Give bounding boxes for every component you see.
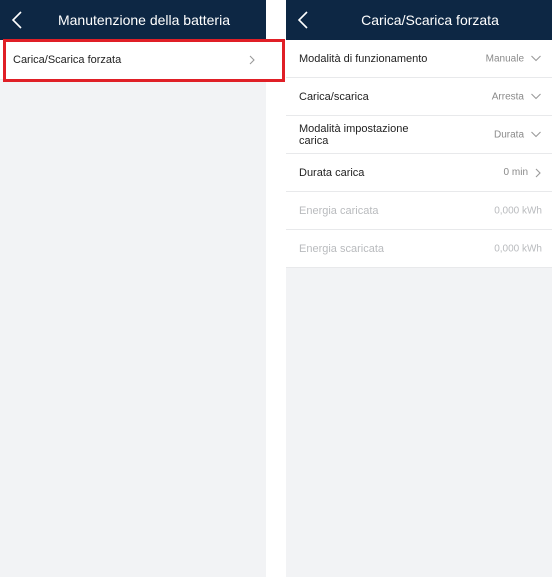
setting-charge-duration[interactable]: Durata carica 0 min <box>286 154 552 192</box>
forced-charge-discharge-screen: Carica/Scarica forzata Modalità di funzi… <box>286 0 552 577</box>
chevron-down-icon <box>530 131 542 139</box>
back-button[interactable] <box>292 8 316 32</box>
setting-value: 0,000 kWh <box>494 205 542 216</box>
setting-charge-discharge[interactable]: Carica/scarica Arresta <box>286 78 552 116</box>
setting-label: Modalità di funzionamento <box>299 52 428 65</box>
header-bar: Manutenzione della batteria <box>0 0 266 40</box>
settings-list: Modalità di funzionamento Manuale Carica… <box>286 40 552 268</box>
setting-label: Energia caricata <box>299 204 379 217</box>
chevron-left-icon <box>297 11 308 29</box>
setting-label: Carica/scarica <box>299 90 369 103</box>
setting-energy-discharged: Energia scaricata 0,000 kWh <box>286 230 552 268</box>
battery-maintenance-screen: Manutenzione della batteria Carica/Scari… <box>0 0 266 577</box>
setting-operating-mode[interactable]: Modalità di funzionamento Manuale <box>286 40 552 78</box>
setting-value: 0,000 kWh <box>494 243 542 254</box>
header-bar: Carica/Scarica forzata <box>286 0 552 40</box>
setting-value: 0 min <box>503 167 528 178</box>
chevron-right-icon <box>534 167 542 179</box>
settings-list: Carica/Scarica forzata <box>0 40 266 80</box>
setting-label: Modalità impostazione carica <box>299 122 409 147</box>
setting-value: Arresta <box>491 91 524 102</box>
setting-charge-setting-mode[interactable]: Modalità impostazione carica Durata <box>286 116 552 154</box>
setting-energy-charged: Energia caricata 0,000 kWh <box>286 192 552 230</box>
chevron-left-icon <box>11 11 22 29</box>
setting-value: Manuale <box>485 53 524 64</box>
page-title: Carica/Scarica forzata <box>361 12 499 28</box>
list-item-accessory <box>248 54 256 66</box>
back-button[interactable] <box>6 8 30 32</box>
list-item-label: Carica/Scarica forzata <box>13 53 122 66</box>
page-title: Manutenzione della batteria <box>57 12 230 28</box>
chevron-down-icon <box>530 93 542 101</box>
list-item-forced-charge-discharge[interactable]: Carica/Scarica forzata <box>0 40 266 80</box>
setting-value: Durata <box>493 129 524 140</box>
chevron-down-icon <box>530 55 542 63</box>
chevron-right-icon <box>248 54 256 66</box>
setting-label: Energia scaricata <box>299 242 384 255</box>
setting-label: Durata carica <box>299 166 365 179</box>
